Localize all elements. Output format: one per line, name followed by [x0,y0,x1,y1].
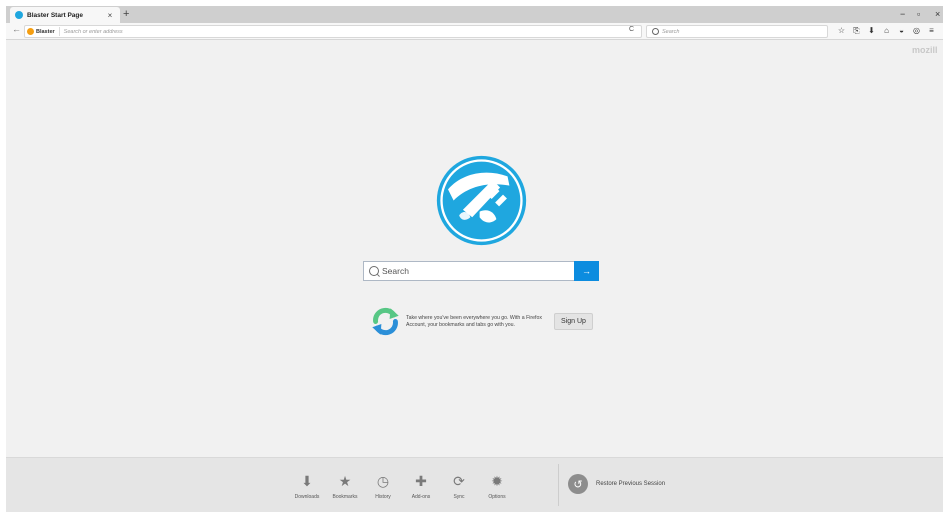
restore-button[interactable]: ▫ [917,7,920,21]
launcher-label: Sync [453,494,465,500]
sync-promo: Take where you've been everywhere you go… [369,305,593,338]
minimize-button[interactable]: − [900,7,905,21]
launcher-sync[interactable]: ⟳ Sync [440,458,478,500]
browser-window: Blaster Start Page × + − ▫ × ← Blaster S… [6,6,943,512]
sign-up-button[interactable]: Sign Up [554,313,593,330]
restore-session-label: Restore Previous Session [596,481,666,487]
new-tab-button[interactable]: + [123,7,129,21]
home-icon[interactable]: ⌂ [879,24,894,38]
toolbar-search-input[interactable]: Search [662,29,679,35]
tab-close-icon[interactable]: × [104,11,116,20]
url-bar[interactable]: Blaster Search or enter address [24,25,642,38]
downloads-icon: ⬇ [301,473,313,489]
search-icon [652,28,659,35]
restore-icon: ↺ [568,474,588,494]
chat-icon[interactable]: ◎ [909,24,924,38]
blaster-identity-icon [27,28,34,35]
search-submit-button[interactable]: → [574,261,599,281]
back-button[interactable]: ← [12,24,21,34]
sync-promo-icon [372,307,399,336]
search-input[interactable]: Search [363,261,574,281]
site-identity[interactable]: Blaster [25,27,60,36]
launcher-bookmarks[interactable]: ★ Bookmarks [326,458,364,500]
site-identity-label: Blaster [36,28,55,35]
launcher-downloads[interactable]: ⬇ Downloads [288,458,326,500]
search-form: Search → [363,261,602,281]
tab-strip: Blaster Start Page × + − ▫ × [6,6,943,23]
toolbar-search-bar[interactable]: Search [646,25,828,38]
clipboard-icon[interactable]: ⎘ [849,24,864,38]
bookmarks-icon: ★ [338,473,352,489]
blaster-logo-icon [436,155,527,246]
launcher-bar: ⬇ Downloads ★ Bookmarks ◷ History ✚ Add-… [6,457,943,512]
launcher-history[interactable]: ◷ History [364,458,402,500]
launcher-label: History [375,494,391,500]
navigation-bar: ← Blaster Search or enter address C Sear… [6,23,943,40]
options-icon: ✹ [491,473,503,489]
launcher-label: Downloads [294,494,320,500]
launcher-addons[interactable]: ✚ Add-ons [402,458,440,500]
url-input[interactable]: Search or enter address [60,29,123,35]
toolbar-buttons: ☆ ⎘ ⬇ ⌂ ◒ ◎ ≡ [834,24,939,38]
download-icon[interactable]: ⬇ [864,24,879,38]
launcher-label: Add-ons [411,494,431,500]
blaster-favicon-icon [15,11,23,19]
launcher-items: ⬇ Downloads ★ Bookmarks ◷ History ✚ Add-… [288,458,516,500]
sync-icon: ⟳ [453,473,465,489]
launcher-options[interactable]: ✹ Options [478,458,516,500]
search-icon [369,266,379,276]
search-placeholder: Search [382,266,409,276]
star-icon[interactable]: ☆ [834,24,849,38]
tab-blaster-start-page[interactable]: Blaster Start Page × [10,7,120,23]
tab-title: Blaster Start Page [27,11,83,19]
history-icon: ◷ [376,473,390,489]
reload-button[interactable]: C [629,26,634,33]
close-window-button[interactable]: × [935,7,940,21]
addons-icon: ✚ [415,473,427,489]
menu-icon[interactable]: ≡ [924,24,939,38]
launcher-divider [558,464,559,506]
restore-session-button[interactable]: ↺ Restore Previous Session [568,474,665,494]
launcher-label: Options [488,494,506,500]
pocket-icon[interactable]: ◒ [894,24,909,38]
launcher-label: Bookmarks [332,494,358,500]
sync-promo-text: Take where you've been everywhere you go… [406,314,542,328]
mozilla-link[interactable]: mozill [912,45,938,55]
